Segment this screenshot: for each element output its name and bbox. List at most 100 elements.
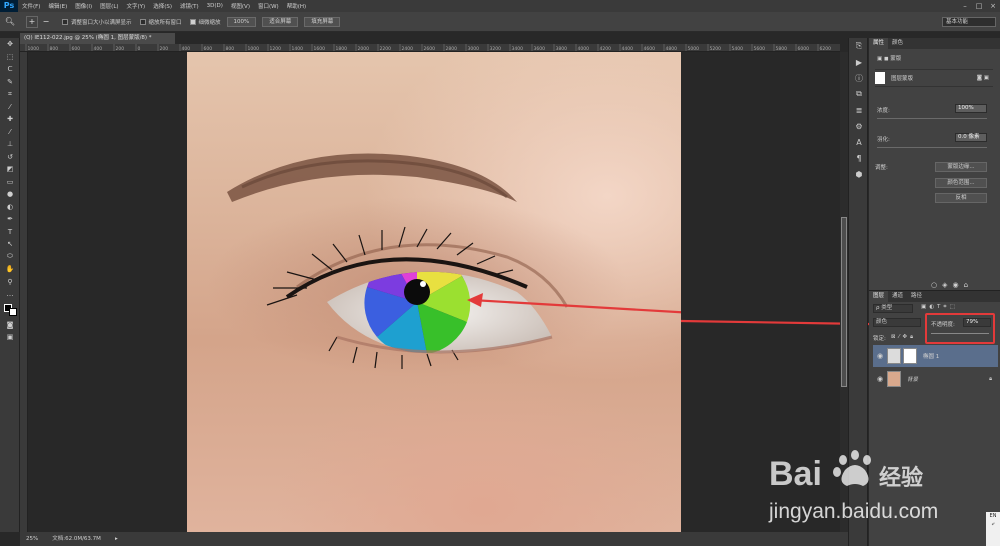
tab-properties[interactable]: 属性 <box>869 38 889 49</box>
marquee-tool-icon[interactable]: ⬚ <box>0 51 20 64</box>
ruler-label: 5000 <box>688 46 700 52</box>
language-indicator[interactable]: EN ⤶ <box>986 512 1000 546</box>
feather-input[interactable]: 0.0 像素 <box>955 133 987 142</box>
brush-tool-icon[interactable]: ⁄ <box>0 126 20 139</box>
svg-text:Bai: Bai <box>769 455 822 493</box>
menu-file[interactable]: 文件(F) <box>18 2 44 10</box>
lasso-tool-icon[interactable]: ᑕ <box>0 63 20 76</box>
quick-select-tool-icon[interactable]: ✎ <box>0 76 20 89</box>
paragraph-icon[interactable]: ¶ <box>849 150 869 166</box>
more-tools-icon[interactable]: … <box>0 288 20 301</box>
minimize-icon[interactable]: – <box>958 2 972 10</box>
density-input[interactable]: 100% <box>955 104 987 113</box>
zoom-in-icon[interactable]: + <box>26 15 38 28</box>
zoom-100-button[interactable]: 100% <box>226 16 257 27</box>
lock-icons[interactable]: ⊠⁄✥🔒︎ <box>891 334 916 341</box>
info-icon[interactable]: ⓘ <box>849 70 869 86</box>
mask-edge-button[interactable]: 蒙版边缘... <box>935 162 987 172</box>
blend-mode-select[interactable]: 颜色 <box>873 318 921 327</box>
baidu-watermark: Bai 经验 jingyan.baidu.com <box>755 430 955 530</box>
zoom-level[interactable]: 25% <box>26 532 38 546</box>
filter-icons[interactable]: ▣◐T⌗⬚ <box>921 304 958 311</box>
blur-tool-icon[interactable]: ● <box>0 188 20 201</box>
menu-layer[interactable]: 图层(L) <box>96 2 122 10</box>
resize-windows-checkbox[interactable]: 调整窗口大小以满屏显示 <box>62 18 132 26</box>
menu-select[interactable]: 选择(S) <box>149 2 176 10</box>
feather-label: 羽化: <box>877 137 890 143</box>
density-slider[interactable] <box>877 118 987 119</box>
menu-3d[interactable]: 3D(D) <box>203 3 227 9</box>
zoom-tool-icon[interactable]: 🔍︎ <box>4 16 16 28</box>
close-icon[interactable]: × <box>986 2 1000 10</box>
brush-presets-icon[interactable]: ≣ <box>849 102 869 118</box>
type-tool-icon[interactable]: T <box>0 226 20 239</box>
menu-type[interactable]: 文字(Y) <box>123 2 150 10</box>
screen-mode-icon[interactable]: ▣ <box>0 331 20 344</box>
shape-tool-icon[interactable]: ⬭ <box>0 251 20 264</box>
status-arrow-icon[interactable]: ▸ <box>115 532 118 546</box>
zoom-tool-icon[interactable]: ⚲ <box>0 276 20 289</box>
menu-image[interactable]: 图像(I) <box>71 2 96 10</box>
gradient-tool-icon[interactable]: ▭ <box>0 176 20 189</box>
3d-icon[interactable]: ⬢ <box>849 166 869 182</box>
zoom-out-icon[interactable]: − <box>40 16 52 28</box>
menu-view[interactable]: 视图(V) <box>227 2 254 10</box>
move-tool-icon[interactable]: ✥ <box>0 38 20 51</box>
crop-tool-icon[interactable]: ⌗ <box>0 88 20 101</box>
dodge-tool-icon[interactable]: ◐ <box>0 201 20 214</box>
options-bar: 🔍︎ + − 调整窗口大小以满屏显示 缩放所有窗口 细微缩放 100% 适合屏幕… <box>0 12 1000 32</box>
status-bar: 25% 文档:62.0M/63.7M ▸ <box>20 532 848 546</box>
visibility-eye-icon[interactable]: ◉ <box>873 352 887 360</box>
left-ruler <box>20 52 28 532</box>
workspace-select[interactable]: 基本功能 <box>942 17 996 27</box>
color-swatches-icon[interactable] <box>0 301 20 319</box>
healing-tool-icon[interactable]: ✚ <box>0 113 20 126</box>
document-tab[interactable]: (Q) IE112-022.jpg @ 25% (椭圆 1, 图层蒙版/8) * <box>20 33 175 44</box>
mask-thumbnail <box>903 348 917 364</box>
baidu-logo: Bai 经验 jingyan.baidu.com <box>768 450 938 523</box>
tab-paths[interactable]: 路径 <box>907 291 926 302</box>
path-select-tool-icon[interactable]: ↖ <box>0 238 20 251</box>
layer-row-background[interactable]: ◉ 背景 🔒︎ <box>873 368 998 390</box>
tab-channels[interactable]: 通道 <box>888 291 907 302</box>
character-icon[interactable]: A <box>849 134 869 150</box>
ruler-label: 200 <box>160 46 169 52</box>
pen-tool-icon[interactable]: ✒ <box>0 213 20 226</box>
maximize-icon[interactable]: □ <box>972 2 986 10</box>
mask-header: ▣ ◼ 蒙版 <box>877 56 902 62</box>
fit-screen-button[interactable]: 适合屏幕 <box>262 16 299 27</box>
canvas-image[interactable] <box>187 52 681 532</box>
menu-window[interactable]: 窗口(W) <box>254 2 283 10</box>
ruler-label: 6000 <box>798 46 810 52</box>
menu-edit[interactable]: 编辑(E) <box>44 2 71 10</box>
adjustments-icon[interactable]: ⚙ <box>849 118 869 134</box>
history-brush-icon[interactable]: ↺ <box>0 151 20 164</box>
menu-help[interactable]: 帮助(H) <box>283 2 310 10</box>
history-icon[interactable]: ⎘ <box>849 38 869 54</box>
eraser-tool-icon[interactable]: ◩ <box>0 163 20 176</box>
hand-tool-icon[interactable]: ✋ <box>0 263 20 276</box>
mask-thumbnail <box>875 72 885 84</box>
actions-icon[interactable]: ▶ <box>849 54 869 70</box>
doc-info: 文档:62.0M/63.7M <box>52 536 101 542</box>
mask-footer-icons[interactable]: ○◈◉⌂ <box>931 281 973 289</box>
color-range-button[interactable]: 颜色范围... <box>935 178 987 188</box>
eyedropper-tool-icon[interactable]: ⁄ <box>0 101 20 114</box>
tab-color[interactable]: 颜色 <box>888 38 907 49</box>
visibility-eye-icon[interactable]: ◉ <box>873 375 887 383</box>
paths-icon[interactable]: ⧉ <box>849 86 869 102</box>
zoom-all-checkbox[interactable]: 缩放所有窗口 <box>139 18 182 26</box>
stamp-tool-icon[interactable]: ⊥ <box>0 138 20 151</box>
invert-button[interactable]: 反相 <box>935 193 987 203</box>
menu-filter[interactable]: 滤镜(T) <box>176 2 203 10</box>
mask-mode-icons[interactable]: ◙ ▣ <box>977 75 989 81</box>
fill-screen-button[interactable]: 填充屏幕 <box>304 16 341 27</box>
layer-filter-select[interactable]: ρ 类型 <box>873 304 913 313</box>
layer-row-ellipse[interactable]: ◉ 椭圆 1 <box>873 345 998 367</box>
feather-slider[interactable] <box>877 147 987 148</box>
scrollbar-thumb[interactable] <box>841 217 847 387</box>
ruler-label: 200 <box>116 46 125 52</box>
scrubby-zoom-checkbox[interactable]: 细微缩放 <box>189 18 221 26</box>
tab-layers[interactable]: 图层 <box>869 291 889 302</box>
quick-mask-icon[interactable]: ◙ <box>0 319 20 332</box>
